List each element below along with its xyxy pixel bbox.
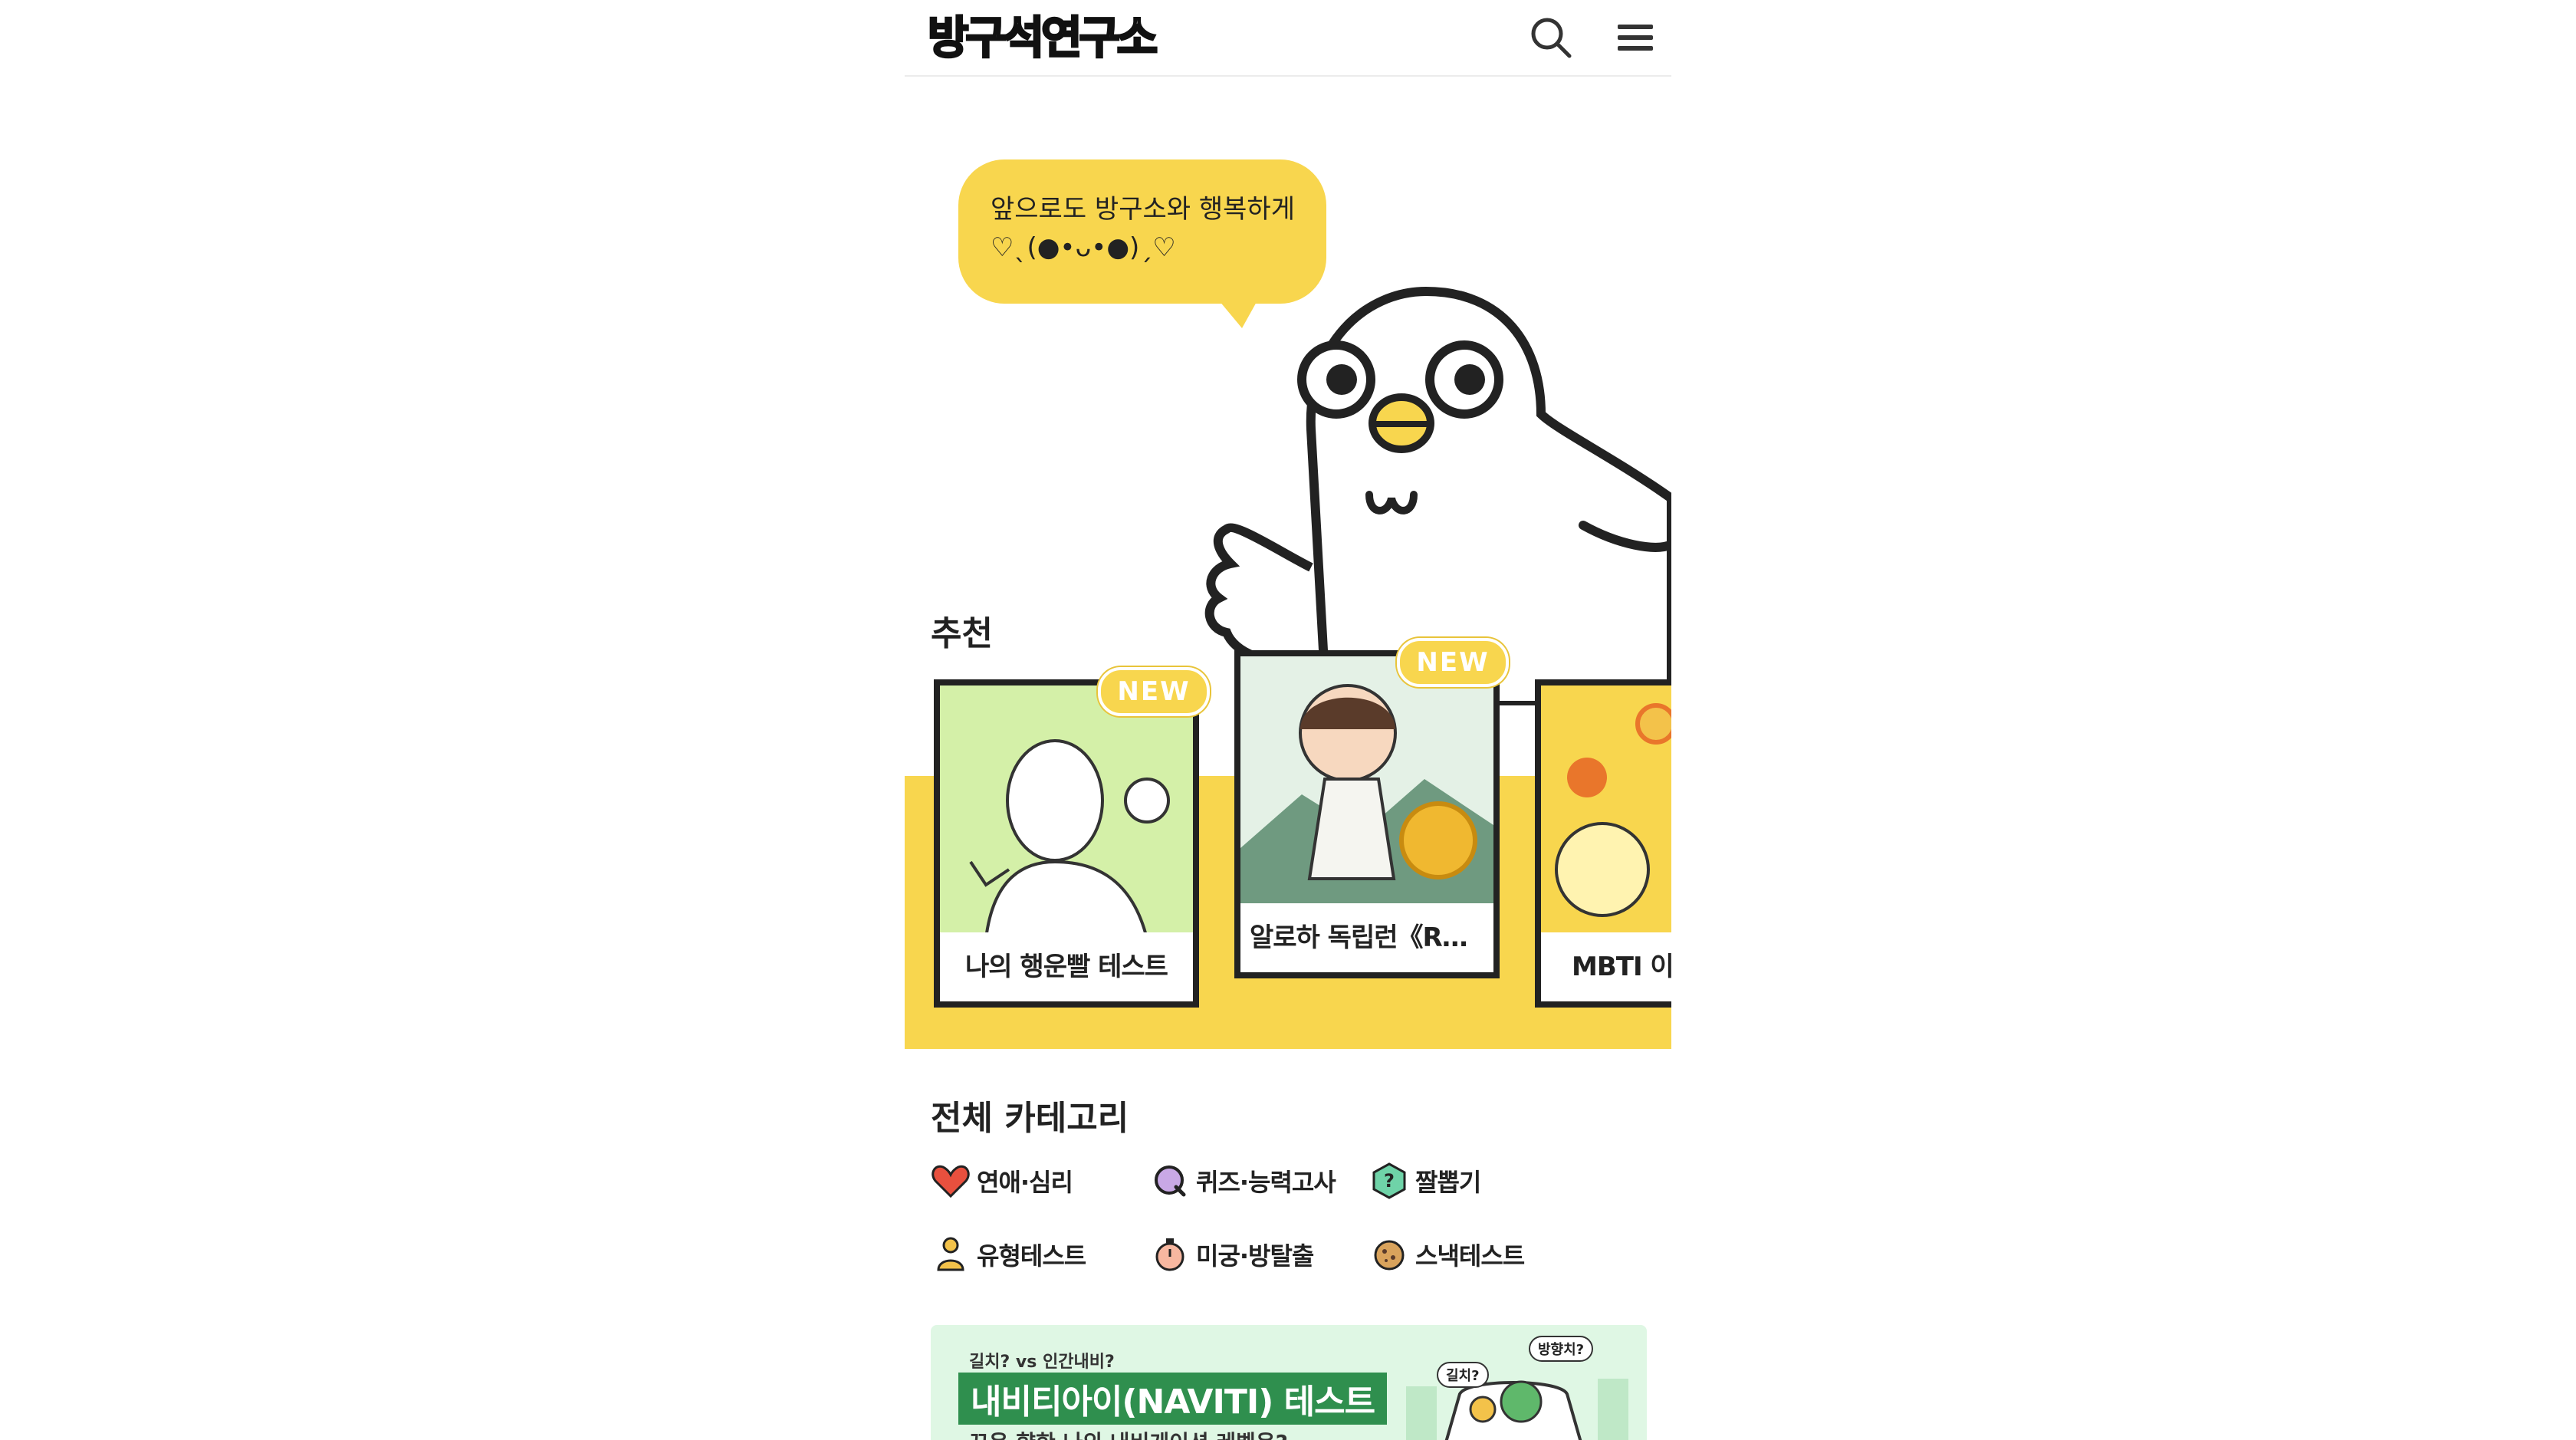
quiz-q-icon — [1155, 1165, 1186, 1197]
banner-description: 꼬은 향한 나의 내비게이션 레벨은? — [969, 1426, 1288, 1440]
card-label: 알로하 독립런《RU… — [1240, 903, 1493, 972]
banner-bubble-1: 길치? — [1437, 1362, 1489, 1388]
card-label: MBTI 이미 — [1541, 932, 1671, 1001]
card-image-mbti — [1541, 685, 1671, 939]
mobile-app-frame: 방구석연구소 앞으로도 방구소와 행복하게 ♡ˎ(●•ᴗ•●)ˏ♡ 추천 나의 … — [905, 0, 1671, 1440]
new-badge: NEW — [1397, 638, 1509, 687]
category-label: 퀴즈·능력고사 — [1196, 1168, 1336, 1197]
banner-car-illustration — [1406, 1379, 1628, 1440]
stopwatch-icon — [1155, 1238, 1184, 1271]
category-quiz-ability[interactable]: 퀴즈·능력고사 — [1150, 1158, 1336, 1204]
bubble-text-line2: ♡ˎ(●•ᴗ•●)ˏ♡ — [991, 232, 1176, 263]
category-maze-escape[interactable]: 미궁·방탈출 — [1150, 1231, 1314, 1277]
site-logo[interactable]: 방구석연구소 — [926, 9, 1158, 66]
hamburger-menu-icon[interactable] — [1612, 14, 1659, 61]
card-image-lucky-person — [940, 685, 1193, 940]
recommend-section-title: 추천 — [931, 614, 993, 653]
person-icon — [937, 1237, 964, 1271]
categories-section-title: 전체 카테고리 — [931, 1099, 1129, 1138]
category-label: 유형테스트 — [977, 1241, 1086, 1271]
recommend-card[interactable]: 알로하 독립런《RU… — [1234, 650, 1500, 978]
banner-title: 내비티아이(NAVITI) 테스트 — [958, 1373, 1388, 1425]
category-love-psychology[interactable]: 연애·심리 — [931, 1158, 1073, 1204]
banner-bubble-2: 방향치? — [1529, 1336, 1594, 1362]
category-label: 짤뽑기 — [1415, 1168, 1481, 1197]
category-label: 연애·심리 — [977, 1168, 1073, 1197]
speech-bubble: 앞으로도 방구소와 행복하게 ♡ˎ(●•ᴗ•●)ˏ♡ — [958, 159, 1326, 304]
bubble-tail — [1219, 301, 1257, 328]
category-label: 미궁·방탈출 — [1196, 1241, 1314, 1271]
recommend-card[interactable]: 나의 행운빨 테스트 — [934, 679, 1199, 1008]
heart-icon — [932, 1165, 970, 1198]
svg-text:?: ? — [1384, 1170, 1395, 1192]
cookie-icon — [1374, 1240, 1405, 1271]
category-label: 스낵테스트 — [1415, 1241, 1525, 1271]
bubble-text-line1: 앞으로도 방구소와 행복하게 — [991, 194, 1295, 225]
search-icon[interactable] — [1527, 14, 1575, 61]
question-hexagon-icon: ? — [1372, 1162, 1406, 1199]
recommend-card[interactable]: MBTI 이미 — [1535, 679, 1671, 1008]
naviti-test-banner[interactable]: 길치? vs 인간내비? 내비티아이(NAVITI) 테스트 꼬은 향한 나의 … — [931, 1325, 1647, 1440]
category-type-test[interactable]: 유형테스트 — [931, 1231, 1086, 1277]
top-header: 방구석연구소 — [905, 0, 1671, 77]
category-snack-test[interactable]: 스낵테스트 — [1369, 1231, 1525, 1277]
new-badge: NEW — [1098, 667, 1210, 716]
card-image-independence-girl — [1240, 656, 1493, 909]
banner-subtitle: 길치? vs 인간내비? — [969, 1353, 1115, 1372]
card-label: 나의 행운빨 테스트 — [940, 932, 1193, 1001]
category-meme-draw[interactable]: ? 짤뽑기 — [1369, 1158, 1481, 1204]
